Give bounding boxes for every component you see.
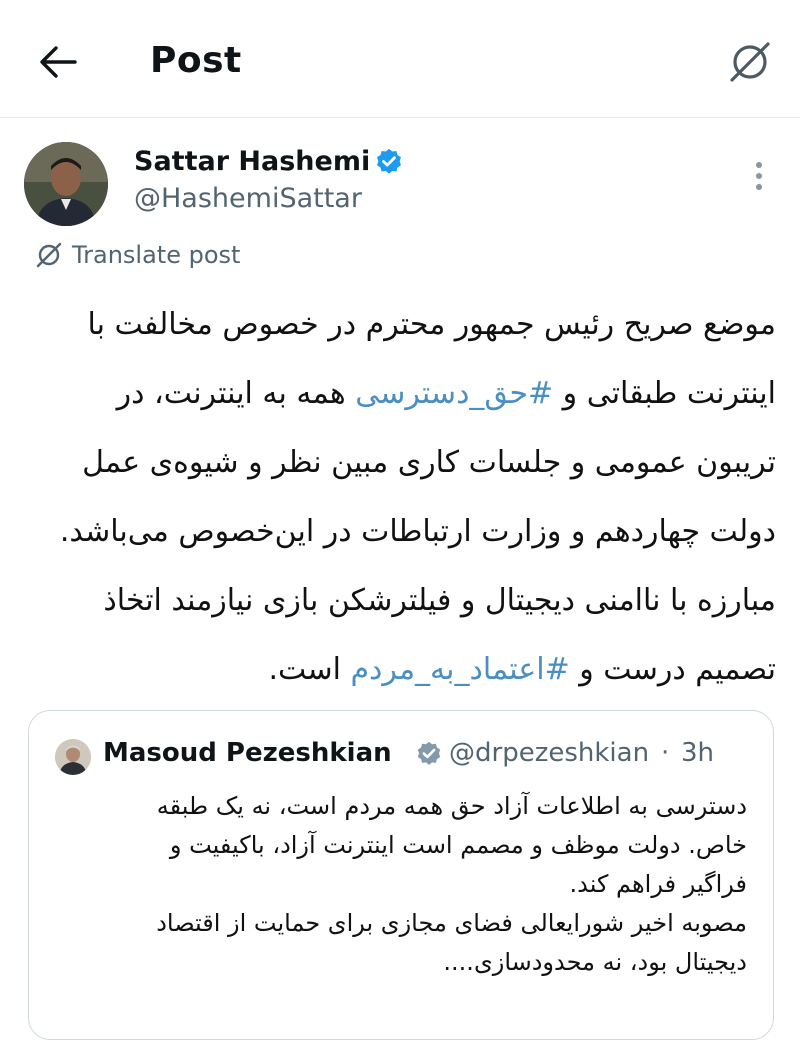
more-dot-icon xyxy=(756,162,762,168)
translate-icon xyxy=(36,242,62,268)
hashtag-link[interactable]: #حق_دسترسی xyxy=(355,376,553,411)
top-bar: Post xyxy=(0,0,800,118)
more-dot-icon xyxy=(756,184,762,190)
more-dot-icon xyxy=(756,173,762,179)
avatar-photo-icon xyxy=(24,142,108,226)
quote-author-name: Masoud Pezeshkian xyxy=(103,738,392,768)
quote-text: دسترسی به اطلاعات آزاد حق همه مردم است، … xyxy=(99,787,747,982)
no-translate-icon xyxy=(730,42,770,82)
back-button[interactable] xyxy=(34,38,82,86)
quote-paragraph: دسترسی به اطلاعات آزاد حق همه مردم است، … xyxy=(156,792,747,898)
author-name[interactable]: Sattar Hashemi xyxy=(134,146,370,177)
page-title: Post xyxy=(150,40,242,81)
quoted-post-card[interactable]: Masoud Pezeshkian @drpezeshkian · 3h دست… xyxy=(28,710,774,1040)
avatar[interactable] xyxy=(24,142,108,226)
quote-avatar xyxy=(55,739,91,775)
translate-post-button[interactable]: Translate post xyxy=(34,237,240,273)
quote-paragraph: مصوبه اخیر شورایعالی فضای مجازی برای حما… xyxy=(156,909,747,976)
quote-timestamp: 3h xyxy=(681,738,715,768)
quote-author-handle: @drpezeshkian xyxy=(449,738,650,768)
post-text-segment: است. xyxy=(268,652,351,687)
more-options-button[interactable] xyxy=(744,156,774,196)
post-text: موضع صریح رئیس جمهور محترم در خصوص مخالف… xyxy=(40,290,776,704)
post-text-segment: همه به اینترنت، در تریبون عمومی و جلسات … xyxy=(59,376,776,687)
verified-badge-icon xyxy=(417,741,441,765)
no-translate-button[interactable] xyxy=(724,36,776,88)
verified-badge-icon xyxy=(377,148,401,174)
quote-avatar-photo-icon xyxy=(55,739,91,775)
quote-separator: · xyxy=(661,738,670,768)
hashtag-link[interactable]: #اعتماد_به_مردم xyxy=(350,652,569,687)
translate-post-label: Translate post xyxy=(72,241,241,269)
arrow-left-icon xyxy=(40,46,77,78)
author-handle[interactable]: @HashemiSattar xyxy=(134,183,362,214)
